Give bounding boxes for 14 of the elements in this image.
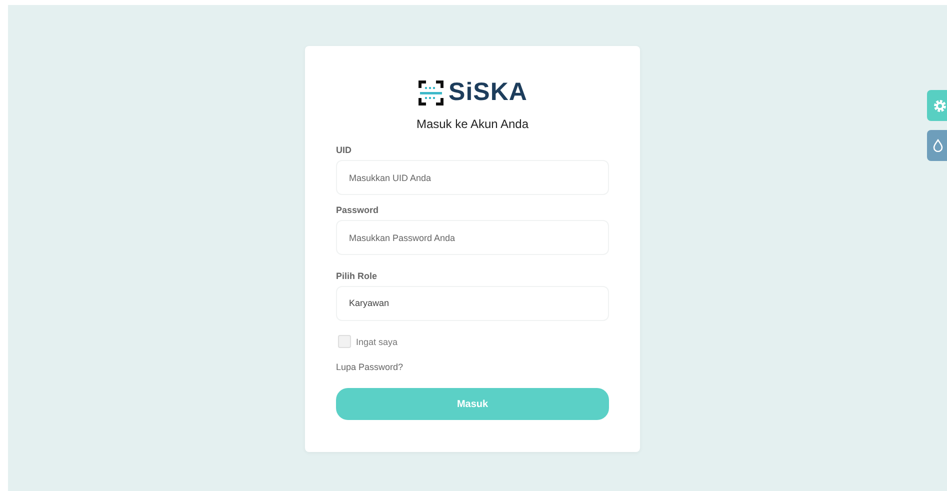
scanner-icon [418,80,444,106]
settings-icon [933,98,947,112]
form-title: Masuk ke Akun Anda [415,117,530,131]
field-label: UID [336,145,352,155]
drop-icon [933,139,943,152]
password-field[interactable]: Masukkan Password Anda [336,220,609,255]
input-field[interactable]: Masukkan UID Anda [336,160,609,195]
forgot-password-link[interactable]: Lupa Password? [336,362,404,372]
checkbox[interactable] [338,335,351,348]
logo-text: SiSKA [448,78,528,107]
field-label: Password [336,205,380,215]
field-label: Pilih Role [336,271,378,281]
role-select[interactable]: Karyawan [336,286,609,321]
checkbox-label: Ingat saya [356,336,398,346]
